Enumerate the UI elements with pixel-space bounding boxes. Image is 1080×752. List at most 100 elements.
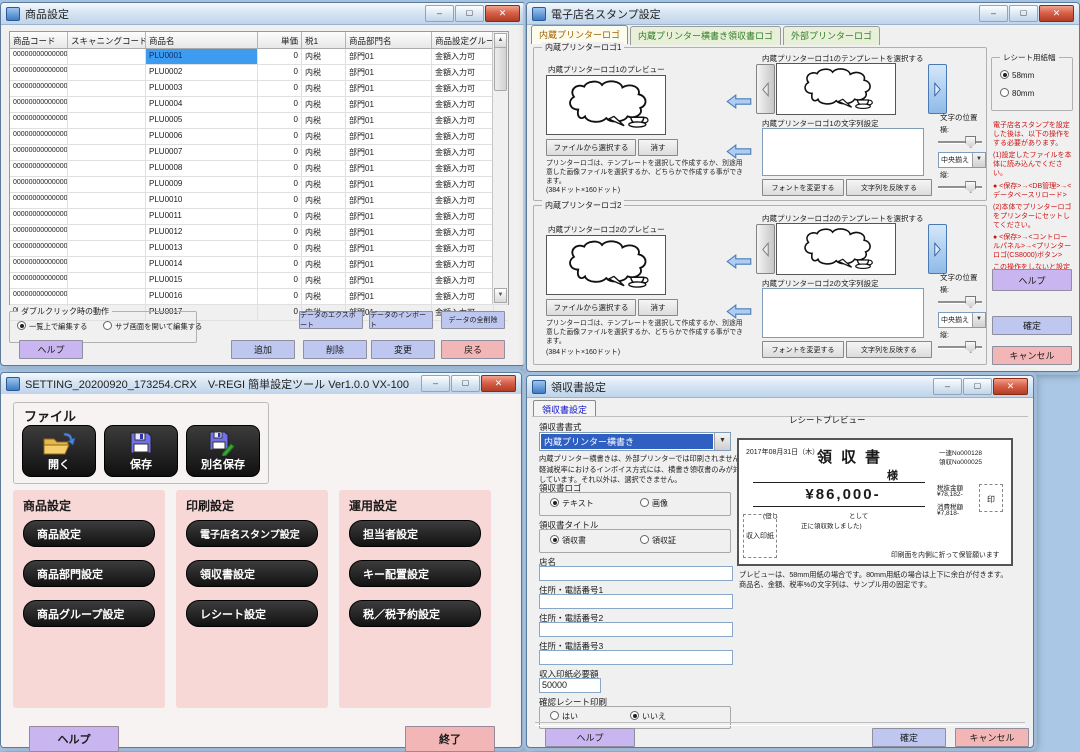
radio-title-ryoshusho[interactable]: 領収書 bbox=[550, 535, 586, 546]
logo1-clear-button[interactable]: 消す bbox=[638, 139, 678, 156]
close-button[interactable] bbox=[485, 5, 520, 22]
logo2-text-input[interactable] bbox=[762, 288, 924, 338]
menu-product-department-button[interactable]: 商品部門設定 bbox=[23, 560, 155, 587]
table-row[interactable]: 0000000000000004PLU00040内税部門01金額入力可 bbox=[10, 97, 508, 113]
save-button[interactable]: 保存 bbox=[104, 425, 178, 477]
minimize-button[interactable] bbox=[979, 5, 1008, 22]
horizontal-slider[interactable] bbox=[938, 135, 982, 147]
table-row[interactable]: 0000000000000002PLU00020内税部門01金額入力可 bbox=[10, 65, 508, 81]
menu-product-group-button[interactable]: 商品グループ設定 bbox=[23, 600, 155, 627]
titlebar[interactable]: SETTING_20200920_173254.CRX V-REGI 簡単設定ツ… bbox=[1, 373, 521, 395]
table-row[interactable]: 0000000000000016PLU00160内税部門01金額入力可 bbox=[10, 289, 508, 305]
receipt-format-select[interactable]: 内蔵プリンター横書き bbox=[539, 432, 731, 451]
help-button[interactable]: ヘルプ bbox=[19, 340, 83, 359]
table-row[interactable]: 0000000000000010PLU00100内税部門01金額入力可 bbox=[10, 193, 508, 209]
logo2-apply-text-button[interactable]: 文字列を反映する bbox=[846, 341, 932, 358]
table-row[interactable]: 0000000000000005PLU00050内税部門01金額入力可 bbox=[10, 113, 508, 129]
scroll-up-icon[interactable] bbox=[494, 33, 507, 48]
table-row[interactable]: 0000000000000009PLU00090内税部門01金額入力可 bbox=[10, 177, 508, 193]
template-prev-button[interactable] bbox=[756, 64, 775, 114]
column-header[interactable]: 単価 bbox=[258, 32, 302, 48]
radio-confirm-no[interactable]: いいえ bbox=[630, 711, 666, 722]
address1-input[interactable] bbox=[539, 594, 733, 609]
maximize-button[interactable] bbox=[455, 5, 484, 22]
column-header[interactable]: 商品名 bbox=[146, 32, 258, 48]
menu-tax-settings-button[interactable]: 税／税予約設定 bbox=[349, 600, 481, 627]
radio-58mm[interactable]: 58mm bbox=[1000, 70, 1034, 80]
revenue-stamp-amount-input[interactable]: 50000 bbox=[539, 678, 601, 693]
menu-stamp-settings-button[interactable]: 電子店名スタンプ設定 bbox=[186, 520, 318, 547]
confirm-button[interactable]: 確定 bbox=[992, 316, 1072, 335]
horizontal-slider[interactable] bbox=[938, 295, 982, 307]
radio-confirm-yes[interactable]: はい bbox=[550, 711, 578, 722]
change-button[interactable]: 変更 bbox=[371, 340, 435, 359]
logo1-select-file-button[interactable]: ファイルから選択する bbox=[546, 139, 636, 156]
table-row[interactable]: 0000000000000007PLU00070内税部門01金額入力可 bbox=[10, 145, 508, 161]
minimize-button[interactable] bbox=[425, 5, 454, 22]
logo1-text-input[interactable] bbox=[762, 128, 924, 176]
logo1-change-font-button[interactable]: フォントを変更する bbox=[762, 179, 844, 196]
table-row[interactable]: 0000000000000015PLU00150内税部門01金額入力可 bbox=[10, 273, 508, 289]
help-button[interactable]: ヘルプ bbox=[545, 728, 635, 747]
radio-logo-text[interactable]: テキスト bbox=[550, 498, 594, 509]
table-row[interactable]: 0000000000000013PLU00130内税部門01金額入力可 bbox=[10, 241, 508, 257]
back-button[interactable]: 戻る bbox=[441, 340, 505, 359]
tab-internal-printer-receipt-logo[interactable]: 内蔵プリンター横書き領収書ロゴ bbox=[630, 26, 781, 45]
scrollbar-thumb[interactable] bbox=[494, 47, 507, 91]
titlebar[interactable]: 商品設定 bbox=[1, 3, 525, 25]
radio-logo-image[interactable]: 画像 bbox=[640, 498, 668, 509]
data-export-button[interactable]: データのエクスポート bbox=[299, 311, 363, 329]
cancel-button[interactable]: キャンセル bbox=[955, 728, 1029, 747]
help-button[interactable]: ヘルプ bbox=[992, 269, 1072, 291]
radio-edit-in-list[interactable]: 一覧上で編集する bbox=[17, 321, 87, 332]
logo1-apply-text-button[interactable]: 文字列を反映する bbox=[846, 179, 932, 196]
logo2-clear-button[interactable]: 消す bbox=[638, 299, 678, 316]
radio-title-ryoshushoo[interactable]: 領収証 bbox=[640, 535, 676, 546]
menu-slip-settings-button[interactable]: レシート設定 bbox=[186, 600, 318, 627]
data-delete-all-button[interactable]: データの全削除 bbox=[441, 311, 505, 329]
table-row[interactable]: 0000000000000008PLU00080内税部門01金額入力可 bbox=[10, 161, 508, 177]
address3-input[interactable] bbox=[539, 650, 733, 665]
tab-receipt-settings[interactable]: 領収書設定 bbox=[533, 400, 596, 417]
menu-key-layout-button[interactable]: キー配置設定 bbox=[349, 560, 481, 587]
delete-button[interactable]: 削除 bbox=[303, 340, 367, 359]
exit-button[interactable]: 終了 bbox=[405, 726, 495, 752]
table-row[interactable]: 0000000000000014PLU00140内税部門01金額入力可 bbox=[10, 257, 508, 273]
maximize-button[interactable] bbox=[1009, 5, 1038, 22]
template-next-button[interactable] bbox=[928, 64, 947, 114]
table-row[interactable]: 0000000000000012PLU00120内税部門01金額入力可 bbox=[10, 225, 508, 241]
scroll-down-icon[interactable] bbox=[494, 288, 507, 303]
close-button[interactable] bbox=[481, 375, 516, 392]
product-table[interactable]: 商品コードスキャニングコード商品名単価税1商品部門名商品設定グループ名 0000… bbox=[9, 31, 509, 305]
align-select[interactable]: 中央揃え bbox=[938, 152, 986, 168]
table-row[interactable]: 0000000000000006PLU00060内税部門01金額入力可 bbox=[10, 129, 508, 145]
vertical-slider[interactable] bbox=[938, 180, 982, 192]
logo2-select-file-button[interactable]: ファイルから選択する bbox=[546, 299, 636, 316]
data-import-button[interactable]: データのインポート bbox=[369, 311, 433, 329]
column-header[interactable]: 商品設定グループ名 bbox=[432, 32, 494, 48]
menu-product-settings-button[interactable]: 商品設定 bbox=[23, 520, 155, 547]
open-button[interactable]: 開く bbox=[22, 425, 96, 477]
align-select[interactable]: 中央揃え bbox=[938, 312, 986, 328]
add-button[interactable]: 追加 bbox=[231, 340, 295, 359]
tab-external-printer-logo[interactable]: 外部プリンターロゴ bbox=[783, 26, 880, 45]
cancel-button[interactable]: キャンセル bbox=[992, 346, 1072, 365]
template-prev-button[interactable] bbox=[756, 224, 775, 274]
close-button[interactable] bbox=[1039, 5, 1074, 22]
menu-staff-settings-button[interactable]: 担当者設定 bbox=[349, 520, 481, 547]
vertical-slider[interactable] bbox=[938, 340, 982, 352]
maximize-button[interactable] bbox=[451, 375, 480, 392]
table-row[interactable]: 0000000000000003PLU00030内税部門01金額入力可 bbox=[10, 81, 508, 97]
titlebar[interactable]: 領収書設定 bbox=[527, 376, 1033, 398]
template-next-button[interactable] bbox=[928, 224, 947, 274]
logo2-change-font-button[interactable]: フォントを変更する bbox=[762, 341, 844, 358]
table-row[interactable]: 0000000000000001PLU00010内税部門01金額入力可 bbox=[10, 49, 508, 65]
save-as-button[interactable]: 別名保存 bbox=[186, 425, 260, 477]
maximize-button[interactable] bbox=[963, 378, 992, 395]
confirm-button[interactable]: 確定 bbox=[872, 728, 946, 747]
menu-receipt-settings-button[interactable]: 領収書設定 bbox=[186, 560, 318, 587]
column-header[interactable]: 商品部門名 bbox=[346, 32, 432, 48]
column-header[interactable]: 税1 bbox=[302, 32, 346, 48]
minimize-button[interactable] bbox=[421, 375, 450, 392]
column-header[interactable]: スキャニングコード bbox=[68, 32, 146, 48]
